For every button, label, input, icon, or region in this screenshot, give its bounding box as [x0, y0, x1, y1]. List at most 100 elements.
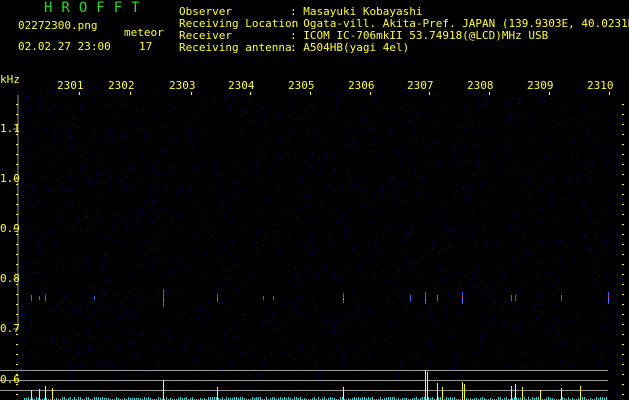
y-minor-tick — [622, 334, 624, 335]
meteor-echo-core — [608, 299, 609, 300]
y-minor-tick — [16, 204, 18, 205]
y-minor-tick — [16, 264, 18, 265]
y-minor-tick — [16, 144, 18, 145]
y-minor-tick — [16, 314, 18, 315]
y-minor-tick — [16, 164, 18, 165]
y-tick-label: 0.8 — [0, 272, 20, 285]
x-tick-label: 2304 — [228, 79, 255, 92]
y-tick-label: 1.1 — [0, 122, 20, 135]
y-minor-tick — [622, 294, 624, 295]
y-minor-tick — [622, 324, 624, 325]
x-tick — [370, 92, 371, 95]
y-minor-tick — [16, 244, 18, 245]
y-tick-label: 0.9 — [0, 222, 20, 235]
x-tick-label: 2306 — [348, 79, 375, 92]
x-tick-label: 2303 — [169, 79, 196, 92]
y-minor-tick — [622, 284, 624, 285]
meteor-echo-core — [462, 296, 463, 298]
x-tick-label: 2302 — [108, 79, 135, 92]
y-minor-tick — [622, 194, 624, 195]
y-minor-tick — [622, 204, 624, 205]
meteor-echo-core — [425, 296, 426, 298]
y-minor-tick — [622, 244, 624, 245]
y-minor-tick — [622, 344, 624, 345]
y-minor-tick — [622, 134, 624, 135]
meteor-bar — [45, 386, 46, 400]
meteor-bar — [540, 390, 541, 400]
x-tick — [79, 92, 80, 95]
x-tick-label: 2309 — [527, 79, 554, 92]
meteor-bar — [464, 384, 465, 400]
y-minor-tick — [16, 154, 18, 155]
x-tick — [250, 92, 251, 95]
y-minor-tick — [622, 314, 624, 315]
meteor-bar — [515, 384, 516, 400]
y-minor-tick — [622, 364, 624, 365]
y-tick-label: 0.6 — [0, 373, 20, 386]
meteor-echo-core — [462, 299, 463, 300]
meteor-echo-core — [163, 296, 164, 298]
meteor-echo — [561, 295, 562, 301]
y-minor-tick — [622, 114, 624, 115]
y-minor-tick — [16, 194, 18, 195]
x-tick-label: 2308 — [467, 79, 494, 92]
x-tick — [489, 92, 490, 95]
y-minor-tick — [622, 234, 624, 235]
y-tick-label: 0.7 — [0, 322, 20, 335]
meteor-bar — [522, 387, 523, 400]
y-minor-tick — [16, 304, 18, 305]
spectrogram — [0, 90, 624, 400]
x-tick-label: 2305 — [288, 79, 315, 92]
y-minor-tick — [16, 114, 18, 115]
y-minor-tick — [16, 104, 18, 105]
y-minor-tick — [16, 214, 18, 215]
meteor-bar — [217, 387, 218, 400]
meteor-echo-core — [608, 296, 609, 298]
meteor-bar — [437, 383, 438, 400]
meteor-echo — [515, 295, 516, 301]
y-minor-tick — [622, 174, 624, 175]
x-tick-label: 2301 — [57, 79, 84, 92]
y-minor-tick — [16, 354, 18, 355]
meteor-bar — [52, 388, 53, 400]
x-tick-label: 2310 — [587, 79, 614, 92]
y-minor-tick — [622, 384, 624, 385]
meteor-echo — [410, 295, 411, 301]
x-tick — [191, 92, 192, 95]
y-minor-tick — [622, 274, 624, 275]
meteor-bar — [442, 387, 443, 400]
meteor-bar — [425, 370, 426, 400]
y-minor-tick — [622, 264, 624, 265]
x-tick — [130, 92, 131, 95]
y-minor-tick — [622, 374, 624, 375]
meteor-echo — [39, 296, 40, 300]
y-minor-tick — [622, 124, 624, 125]
y-minor-tick — [622, 144, 624, 145]
y-minor-tick — [622, 394, 624, 395]
meteor-bar — [511, 386, 512, 400]
y-minor-tick — [16, 364, 18, 365]
meteor-bar — [163, 380, 164, 400]
meteor-echo — [263, 296, 264, 300]
meteor-echo — [217, 294, 218, 302]
meteor-echo-core — [343, 299, 344, 300]
meteor-echo — [94, 296, 95, 300]
y-minor-tick — [16, 344, 18, 345]
meteor-echo — [31, 295, 32, 301]
y-minor-tick — [622, 354, 624, 355]
y-minor-tick — [622, 214, 624, 215]
meteor-bar — [561, 388, 562, 400]
y-minor-tick — [16, 294, 18, 295]
x-tick — [310, 92, 311, 95]
meteor-echo — [437, 295, 438, 301]
y-minor-tick — [622, 184, 624, 185]
meteor-bar — [343, 387, 344, 400]
y-minor-tick — [622, 104, 624, 105]
meteor-echo-core — [343, 296, 344, 298]
x-tick-label: 2307 — [407, 79, 434, 92]
meteor-bar — [580, 386, 581, 400]
meteor-echo-core — [425, 299, 426, 300]
meteor-echo — [273, 296, 274, 300]
y-minor-tick — [622, 154, 624, 155]
meteor-echo — [45, 295, 46, 301]
